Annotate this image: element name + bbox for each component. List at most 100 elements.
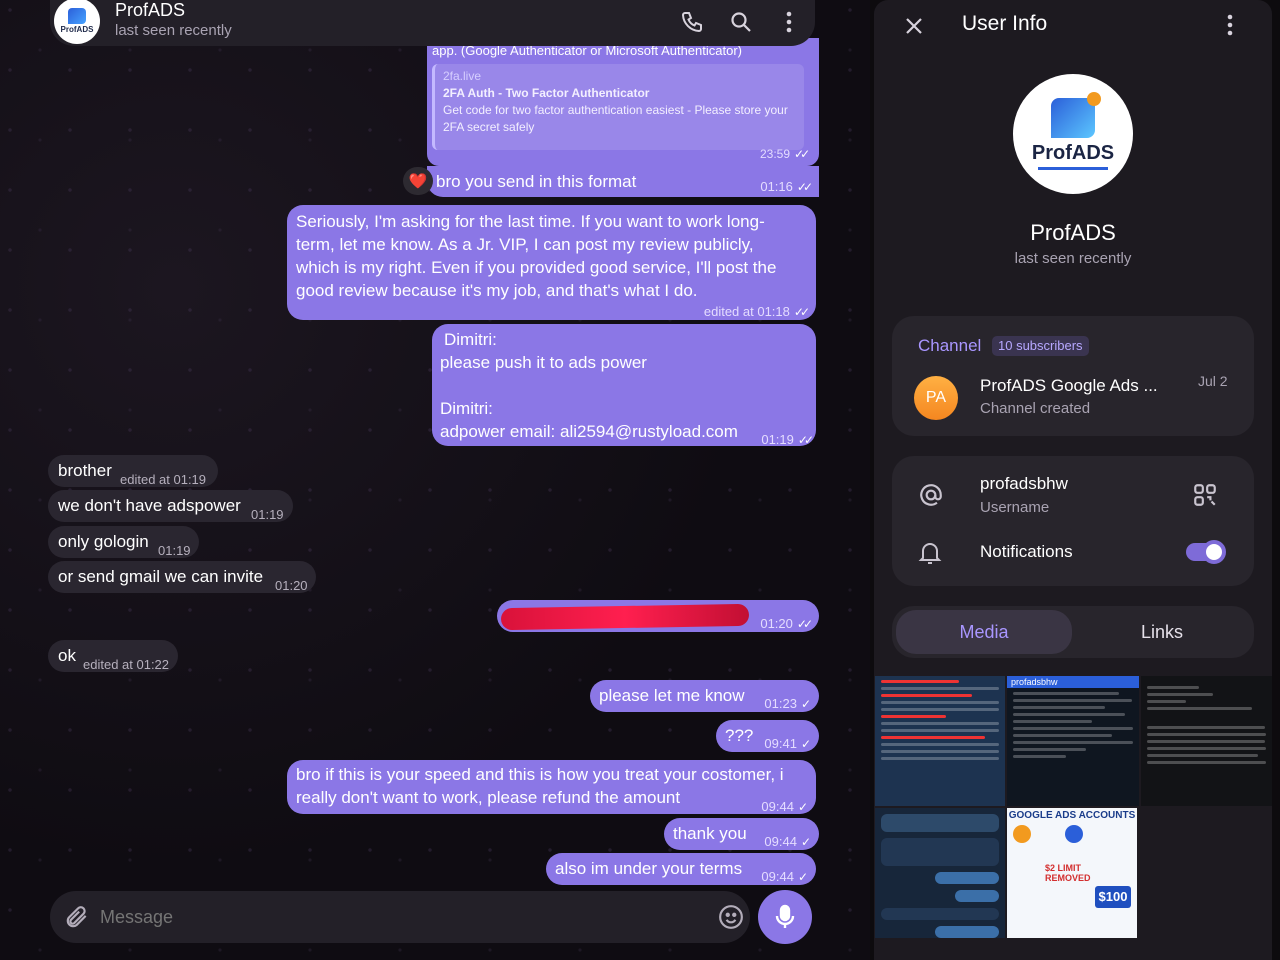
message-time: 09:44 — [761, 799, 794, 814]
message-outgoing[interactable]: Dimitri: please push it to ads power Dim… — [432, 324, 816, 447]
user-info-panel: User Info ProfADS ProfADS last seen rece… — [874, 0, 1272, 960]
bell-icon — [918, 540, 942, 571]
message-outgoing[interactable]: thank you 09:44 ✓ — [664, 818, 819, 850]
media-thumbnail[interactable]: GOOGLE ADS ACCOUNTS $2 LIMIT REMOVED $10… — [1007, 808, 1137, 938]
message-text-line: please push it to ads power — [440, 353, 647, 372]
message-outgoing[interactable]: Seriously, I'm asking for the last time.… — [287, 205, 816, 320]
chat-header[interactable]: ProfADS ProfADS last seen recently — [50, 0, 815, 46]
message-meta: 09:44 ✓ — [755, 865, 808, 889]
search-icon[interactable] — [727, 8, 755, 36]
delivered-tick-icon: ✓ — [797, 800, 808, 814]
thumbnail-price: $100 — [1095, 886, 1131, 908]
more-vertical-icon[interactable] — [775, 8, 803, 36]
attach-icon[interactable] — [64, 904, 90, 935]
message-text: we don't have adspower — [58, 496, 241, 515]
read-ticks-icon: ✓✓ — [796, 617, 813, 631]
notifications-toggle[interactable] — [1186, 540, 1226, 564]
message-time: edited at 01:18 — [703, 304, 790, 319]
logo-tagline-bar — [1038, 167, 1108, 170]
read-ticks-icon: ✓✓ — [797, 433, 814, 447]
message-time: 01:19 — [251, 507, 284, 522]
panel-title: User Info — [962, 12, 1048, 35]
channel-card[interactable]: Channel 10 subscribers PA ProfADS Google… — [892, 316, 1254, 436]
logo-icon — [68, 8, 86, 24]
message-meta: 01:19 ✓✓ — [755, 428, 814, 452]
message-time: 01:23 — [764, 696, 797, 711]
message-incoming[interactable]: only gologin 01:19 — [48, 526, 199, 558]
preview-meta: 23:59 ✓✓ — [754, 147, 810, 161]
message-meta: 01:16 ✓✓ — [754, 175, 813, 199]
message-text: bro if this is your speed and this is ho… — [296, 765, 784, 807]
media-thumbnail[interactable]: profadsbhw — [1007, 676, 1139, 806]
message-outgoing-redacted[interactable]: 01:20 ✓✓ — [497, 600, 819, 632]
preview-title: 2FA Auth - Two Factor Authenticator — [443, 86, 650, 100]
message-text: ??? — [725, 726, 754, 745]
message-outgoing[interactable]: ??? 09:41 ✓ — [716, 720, 819, 752]
message-outgoing[interactable]: please let me know 01:23 ✓ — [590, 680, 819, 712]
message-composer[interactable] — [50, 891, 750, 943]
message-time: 01:19 — [158, 543, 191, 558]
message-incoming[interactable]: brother edited at 01:19 — [48, 455, 218, 487]
message-time: 23:59 — [760, 147, 791, 161]
microphone-button[interactable] — [758, 890, 812, 944]
profile-avatar[interactable]: ProfADS — [1013, 74, 1133, 194]
message-outgoing[interactable]: also im under your terms 09:44 ✓ — [546, 853, 816, 885]
media-thumbnail[interactable] — [875, 676, 1005, 806]
channel-date: Jul 2 — [1198, 373, 1228, 389]
chat-title: ProfADS — [115, 0, 186, 20]
heart-reaction-icon[interactable]: ❤️ — [403, 167, 433, 195]
message-meta: edited at 01:18 ✓✓ — [698, 300, 810, 324]
message-meta: 09:41 ✓ — [758, 732, 811, 756]
phone-icon[interactable] — [678, 8, 706, 36]
preview-site: 2fa.live — [443, 69, 482, 83]
profile-status: last seen recently — [1014, 250, 1132, 267]
delivered-tick-icon: ✓ — [800, 835, 811, 849]
close-icon[interactable] — [902, 14, 926, 38]
avatar[interactable]: ProfADS — [54, 0, 100, 44]
message-text: Seriously, I'm asking for the last time.… — [296, 212, 777, 300]
media-thumbnail[interactable] — [1141, 676, 1272, 806]
media-tabs: Media Links — [892, 606, 1254, 658]
chat-status: last seen recently — [115, 22, 232, 39]
media-thumbnail[interactable] — [875, 808, 1005, 938]
message-time: edited at 01:19 — [120, 472, 207, 487]
username-label: Username — [980, 499, 1050, 516]
message-text: only gologin — [58, 532, 149, 551]
channel-subtitle: Channel created — [980, 400, 1091, 417]
message-time: 09:44 — [764, 834, 797, 849]
subscribers-badge: 10 subscribers — [992, 336, 1089, 356]
message-input[interactable] — [100, 901, 700, 933]
message-text: please let me know — [599, 686, 745, 705]
details-card: profadsbhw Username Notifications — [892, 456, 1254, 586]
message-time: 09:41 — [764, 736, 797, 751]
logo-icon — [1051, 92, 1101, 138]
message-time: 01:19 — [761, 432, 794, 447]
message-meta: 09:44 ✓ — [758, 830, 811, 854]
message-incoming[interactable]: we don't have adspower 01:19 — [48, 490, 293, 522]
tab-links[interactable]: Links — [1074, 610, 1250, 654]
tab-media[interactable]: Media — [896, 610, 1072, 654]
message-meta: 01:23 ✓ — [758, 692, 811, 716]
chat-area: app. (Google Authenticator or Microsoft … — [0, 0, 870, 960]
toggle-knob — [1202, 540, 1226, 564]
at-icon — [918, 482, 944, 513]
message-outgoing[interactable]: bro if this is your speed and this is ho… — [287, 760, 816, 814]
message-incoming[interactable]: or send gmail we can invite 01:20 — [48, 561, 316, 593]
link-preview-card[interactable]: 2fa.live 2FA Auth - Two Factor Authentic… — [432, 64, 804, 150]
avatar-label: ProfADS — [1031, 142, 1115, 164]
notifications-label: Notifications — [980, 542, 1073, 561]
message-outgoing[interactable]: bro you send in this format 01:16 ✓✓ — [427, 166, 819, 197]
emoji-icon[interactable] — [718, 904, 744, 935]
username-value[interactable]: profadsbhw — [980, 474, 1068, 494]
qr-code-icon[interactable] — [1192, 482, 1218, 513]
microphone-icon — [775, 904, 795, 928]
channel-avatar: PA — [914, 376, 958, 420]
more-vertical-icon[interactable] — [1227, 14, 1233, 41]
message-text: or send gmail we can invite — [58, 567, 264, 586]
message-text: also im under your terms — [555, 859, 743, 878]
message-incoming[interactable]: ok edited at 01:22 — [48, 640, 178, 672]
message-text: thank you — [673, 824, 747, 843]
message-text: bro you send in this format — [436, 172, 637, 191]
message-meta: 01:20 ✓✓ — [754, 612, 813, 636]
message-text: brother — [58, 461, 112, 480]
